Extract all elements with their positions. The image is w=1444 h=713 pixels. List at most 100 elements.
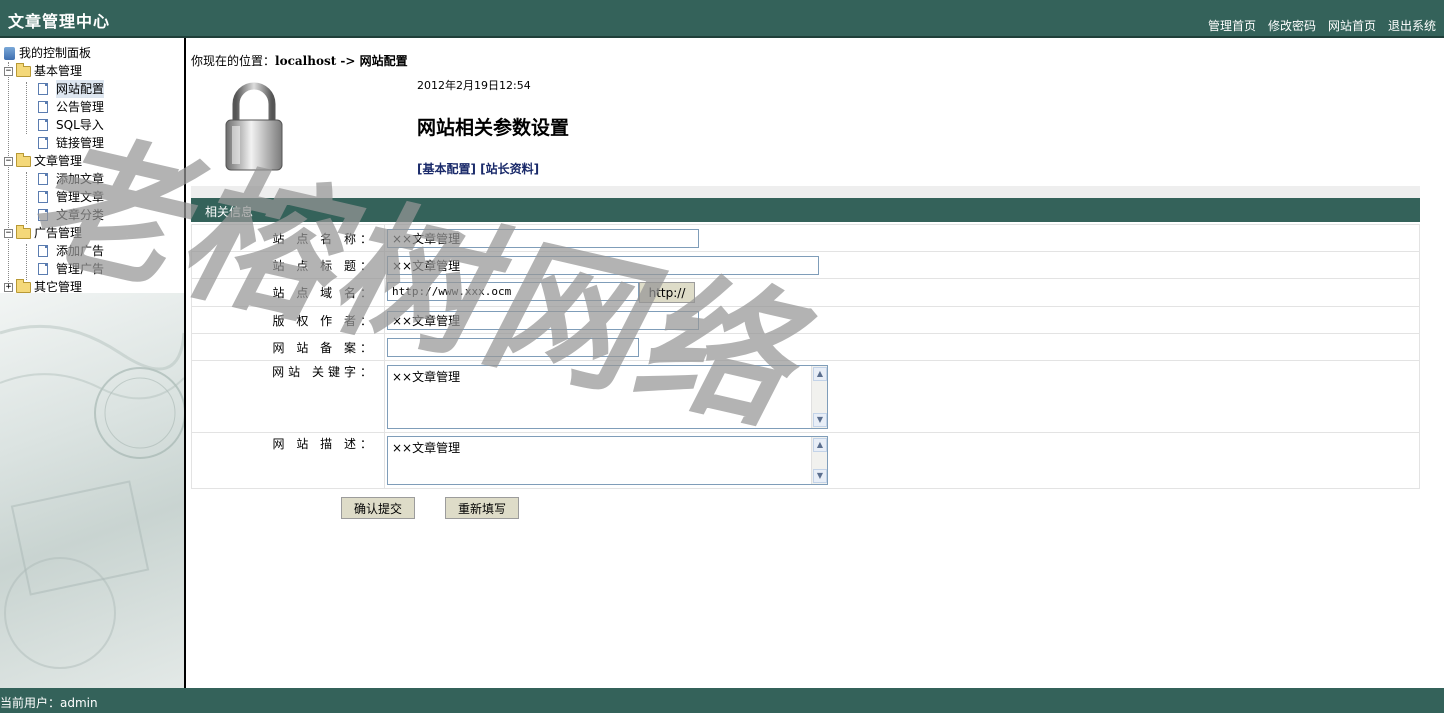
sidebar-item-links[interactable]: 链接管理	[4, 134, 104, 152]
nav-tree: 我的控制面板 − 基本管理 网站配置 公告管理 SQL导入 链接管理 − 文章管…	[4, 44, 105, 296]
tree-group-label[interactable]: 文章管理	[34, 152, 82, 170]
breadcrumb-prefix: 你现在的位置：	[191, 54, 276, 68]
form-row-site-name: 站 点 名 称：	[191, 224, 1420, 252]
site-name-label: 站 点 名 称：	[191, 224, 385, 252]
sidebar-item-article-categories[interactable]: 文章分类	[4, 206, 104, 224]
folder-open-icon	[16, 152, 31, 167]
control-panel-icon	[4, 46, 15, 60]
sidebar-item-add-article[interactable]: 添加文章	[4, 170, 104, 188]
basic-config-link[interactable]: [基本配置]	[417, 162, 476, 176]
sidebar-item-label[interactable]: 添加文章	[56, 170, 104, 188]
sidebar-item-sql-import[interactable]: SQL导入	[4, 116, 104, 134]
date-text: 2012年2月19日12:54	[417, 79, 531, 92]
tree-group-other[interactable]: + 其它管理	[4, 278, 104, 296]
expand-toggle-icon[interactable]: +	[4, 282, 13, 292]
form-row-keywords: 网站 关键字： ××文章管理 ▲ ▼	[191, 360, 1420, 433]
sidebar-item-label[interactable]: 管理广告	[56, 260, 104, 278]
copyright-input[interactable]	[387, 310, 699, 330]
sidebar-item-site-config[interactable]: 网站配置	[4, 80, 105, 98]
reset-button[interactable]: 重新填写	[445, 497, 519, 519]
keywords-label: 网站 关键字：	[191, 360, 385, 433]
site-name-input[interactable]	[387, 228, 699, 248]
page-icon	[38, 137, 48, 149]
tree-group-ads[interactable]: − 广告管理	[4, 224, 104, 242]
collapse-toggle-icon[interactable]: −	[4, 66, 13, 76]
current-user-text: 当前用户：admin	[0, 696, 98, 710]
scroll-down-icon[interactable]: ▼	[813, 469, 827, 483]
sidebar-item-label[interactable]: 网站配置	[56, 80, 105, 98]
sidebar-item-label[interactable]: 管理文章	[56, 188, 104, 206]
description-textarea-box: ××文章管理 ▲ ▼	[387, 436, 828, 485]
sidebar-item-announcement[interactable]: 公告管理	[4, 98, 104, 116]
section-header: 相关信息	[191, 198, 1420, 222]
sidebar-item-manage-articles[interactable]: 管理文章	[4, 188, 104, 206]
lock-icon	[222, 78, 286, 177]
top-header: 文章管理中心 管理首页 修改密码 网站首页 退出系统	[0, 0, 1444, 38]
folder-open-icon	[16, 224, 31, 239]
sidebar-item-label[interactable]: 链接管理	[56, 134, 104, 152]
scroll-up-icon[interactable]: ▲	[813, 366, 827, 381]
main-content: 你现在的位置：localhost -> 网站配置 2012年2月19日12:54	[186, 40, 1444, 688]
description-textarea[interactable]: ××文章管理	[388, 437, 812, 484]
tree-root-label[interactable]: 我的控制面板	[19, 44, 91, 62]
tree-group-label[interactable]: 基本管理	[34, 62, 82, 80]
page-icon	[38, 191, 48, 203]
nav-admin-home-link[interactable]: 管理首页	[1208, 17, 1256, 34]
breadcrumb-path: localhost -> 网站配置	[275, 54, 408, 68]
sidebar: 我的控制面板 − 基本管理 网站配置 公告管理 SQL导入 链接管理 − 文章管…	[0, 38, 184, 688]
status-footer: 当前用户：admin	[0, 688, 1444, 713]
page-title: 网站相关参数设置	[417, 117, 570, 139]
scroll-down-icon[interactable]: ▼	[813, 412, 827, 427]
keywords-textarea[interactable]: ××文章管理	[388, 365, 812, 428]
sidebar-item-label[interactable]: 公告管理	[56, 98, 104, 116]
icp-input[interactable]	[387, 337, 639, 357]
section-title: 相关信息	[205, 205, 254, 219]
sidebar-background-art	[0, 293, 184, 688]
form-row-copyright: 版 权 作 者：	[191, 306, 1420, 334]
sidebar-item-label[interactable]: SQL导入	[56, 116, 104, 134]
tree-group-articles[interactable]: − 文章管理	[4, 152, 104, 170]
tree-group-label[interactable]: 其它管理	[34, 278, 82, 296]
sidebar-item-label[interactable]: 添加广告	[56, 242, 104, 260]
nav-change-password-link[interactable]: 修改密码	[1268, 17, 1316, 34]
icp-label: 网 站 备 案：	[191, 333, 385, 361]
form-actions: 确认提交 重新填写	[341, 497, 519, 519]
scroll-up-icon[interactable]: ▲	[813, 438, 827, 452]
config-sublinks: [基本配置] [站长资料]	[417, 160, 539, 177]
keywords-scrollbar[interactable]: ▲ ▼	[811, 365, 827, 428]
collapse-toggle-icon[interactable]: −	[4, 228, 13, 238]
page-icon	[38, 101, 48, 113]
keywords-textarea-box: ××文章管理 ▲ ▼	[387, 364, 828, 429]
description-label: 网 站 描 述：	[191, 432, 385, 489]
page-icon	[38, 83, 48, 95]
http-prefix-button[interactable]: http://	[639, 282, 695, 303]
tree-root[interactable]: 我的控制面板	[4, 44, 104, 62]
site-domain-input[interactable]	[387, 282, 639, 301]
nav-site-home-link[interactable]: 网站首页	[1328, 17, 1376, 34]
settings-form: 站 点 名 称： 站 点 标 题： 站 点 域 名： http:// 版 权 作…	[191, 224, 1420, 489]
collapse-toggle-icon[interactable]: −	[4, 156, 13, 166]
nav-logout-link[interactable]: 退出系统	[1388, 17, 1436, 34]
page-icon	[38, 263, 48, 275]
submit-button[interactable]: 确认提交	[341, 497, 415, 519]
site-title-label: 站 点 标 题：	[191, 251, 385, 279]
tree-group-label[interactable]: 广告管理	[34, 224, 82, 242]
sidebar-item-label[interactable]: 文章分类	[56, 206, 104, 224]
sidebar-item-add-ad[interactable]: 添加广告	[4, 242, 104, 260]
site-title-input[interactable]	[387, 255, 819, 275]
app-title: 文章管理中心	[8, 12, 111, 31]
page-icon	[38, 119, 48, 131]
form-row-icp: 网 站 备 案：	[191, 333, 1420, 361]
webmaster-info-link[interactable]: [站长资料]	[480, 162, 539, 176]
folder-closed-icon	[16, 278, 31, 293]
separator-bar	[191, 186, 1420, 198]
page-icon	[38, 173, 48, 185]
folder-open-icon	[16, 62, 31, 77]
tree-group-basic[interactable]: − 基本管理	[4, 62, 104, 80]
sidebar-item-manage-ads[interactable]: 管理广告	[4, 260, 104, 278]
copyright-label: 版 权 作 者：	[191, 306, 385, 334]
form-row-site-title: 站 点 标 题：	[191, 251, 1420, 279]
description-scrollbar[interactable]: ▲ ▼	[811, 437, 827, 484]
page-icon	[38, 209, 48, 221]
page-icon	[38, 245, 48, 257]
